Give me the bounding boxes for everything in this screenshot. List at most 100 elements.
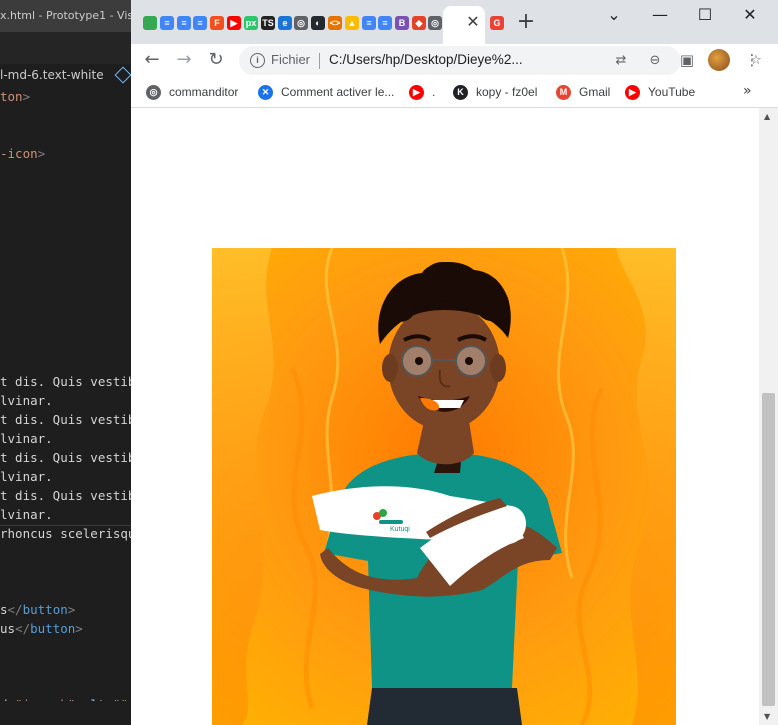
code-line: rhoncus scelerisqu [0, 526, 131, 541]
globe-icon[interactable]: ◎ [428, 16, 442, 30]
code-token: > [37, 146, 46, 161]
kopy-icon: K [453, 84, 468, 100]
code-token: lvinar. [0, 507, 53, 522]
google-docs-icon[interactable]: ≡ [193, 16, 207, 30]
code-token: </ [7, 602, 23, 617]
maximize-button[interactable]: ☐ [692, 5, 718, 27]
info-icon[interactable]: i [250, 53, 265, 68]
sidepanel-icon[interactable]: ▣ [676, 49, 698, 71]
vscode-titlebar: x.html - Prototype1 - Vis [0, 0, 131, 32]
vscode-title: x.html - Prototype1 - Vis [0, 9, 131, 22]
github-icon[interactable]: ◐ [311, 16, 325, 30]
vscode-window: x.html - Prototype1 - Vis l-md-6.text-wh… [0, 0, 131, 725]
zoom-icon[interactable]: ⊖ [646, 52, 664, 70]
youtube-icon[interactable]: ▶ [227, 16, 241, 30]
youtube-icon: ▶ [625, 84, 640, 100]
code-token: > [75, 621, 83, 636]
new-tab-button[interactable]: + [515, 11, 537, 34]
code-line: lvinar. [0, 507, 53, 522]
code-token: rhoncus scelerisqu [0, 526, 131, 541]
scroll-down-icon[interactable]: ▼ [764, 712, 770, 721]
close-window-button[interactable]: ✕ [737, 5, 763, 27]
bookmark-activer[interactable]: ✕ Comment activer le... [258, 83, 394, 101]
translate-icon[interactable]: ⇄ [612, 52, 630, 70]
code-token: -icon [0, 146, 38, 161]
google-icon[interactable]: G [490, 16, 504, 30]
code-token: t dis. Quis vestib [0, 450, 131, 465]
breadcrumb-label: l-md-6.text-white [0, 68, 104, 82]
forward-arrow-icon[interactable]: → [173, 49, 195, 71]
figma-icon[interactable]: F [210, 16, 224, 30]
code-token: us [0, 621, 16, 636]
bookmark-youtube[interactable]: ▶ YouTube [625, 83, 695, 101]
vscode-tab-bar[interactable] [0, 32, 131, 64]
scroll-thumb[interactable] [762, 393, 775, 706]
address-label: Fichier [271, 52, 311, 67]
google-docs-icon[interactable]: ≡ [378, 16, 392, 30]
bookmark-kopy[interactable]: Kkopy - fz0el [453, 83, 537, 101]
code-token: button [22, 602, 68, 617]
commanditor-icon: ◎ [146, 84, 161, 100]
code-line: lvinar. [0, 431, 53, 446]
code-token: lvinar. [0, 431, 53, 446]
browser-window: ≡ ≡ ≡ F ▶ px TS e ◎ ◐ <> ▲ ≡ ≡ B ◆ ◎ G ✕ + ⌄ — ☐ ✕ ← → ↻ … [131, 0, 778, 725]
code-line: t dis. Quis vestib [0, 488, 131, 503]
page-viewport: Kutuqi [131, 108, 759, 725]
code-token: ton [0, 89, 23, 104]
back-arrow-icon[interactable]: ← [141, 49, 163, 71]
drive-icon[interactable]: ▲ [345, 16, 359, 30]
breadcrumb[interactable]: l-md-6.text-white [0, 64, 131, 86]
tab-strip: ≡ ≡ ≡ F ▶ px TS e ◎ ◐ <> ▲ ≡ ≡ B ◆ ◎ G ✕ + ⌄ — ☐ ✕ [131, 0, 778, 44]
bookmark-youtube-dot[interactable]: ▶. [409, 83, 435, 101]
reload-icon[interactable]: ↻ [205, 49, 227, 71]
code-line: t dis. Quis vestib [0, 450, 131, 465]
browser-toolbar: ← → ↻ i Fichier C:/Users/hp/Desktop/Diey… [131, 44, 778, 77]
bookmark-label: Gmail [579, 85, 611, 99]
bookmark-label: commanditor [169, 85, 239, 99]
chevron-right-icon[interactable]: » [743, 83, 752, 99]
google-docs-icon[interactable]: ≡ [177, 16, 191, 30]
code-token: lvinar. [0, 393, 53, 408]
code-token: t dis. Quis vestib [0, 488, 131, 503]
youtube-dot-icon: ▶ [409, 84, 424, 100]
code-token: </ [15, 621, 31, 636]
avatar[interactable] [708, 49, 730, 71]
globe-icon[interactable]: ◎ [294, 16, 308, 30]
code-token: t dis. Quis vestib [0, 412, 131, 427]
activer-icon: ✕ [258, 84, 273, 100]
google-docs-icon[interactable]: ≡ [160, 16, 174, 30]
ts-icon[interactable]: TS [261, 16, 275, 30]
bookmark-gmail[interactable]: M Gmail [556, 83, 610, 101]
code-line: us</button> [0, 621, 83, 636]
close-icon[interactable]: ✕ [465, 14, 481, 30]
code-token: > [67, 602, 76, 617]
gitlab-icon[interactable]: ◆ [412, 16, 426, 30]
symbol-icon [114, 66, 131, 84]
edge-icon[interactable]: e [278, 16, 292, 30]
code-line: s</button> [0, 602, 75, 617]
code-line: lvinar. [0, 393, 53, 408]
scroll-up-icon[interactable]: ▲ [764, 112, 770, 121]
vscode-statusbar [0, 701, 131, 725]
page-scrollbar[interactable]: ▲ ▼ [759, 108, 778, 725]
bookmark-label: YouTube [648, 85, 696, 99]
bootstrap-icon[interactable]: B [395, 16, 409, 30]
code-icon[interactable]: <> [328, 16, 342, 30]
menu-icon[interactable]: ⋮ [741, 49, 763, 71]
bookmark-commanditor[interactable]: ◎ commanditor [146, 83, 238, 101]
line-highlight [0, 525, 131, 526]
google-docs-icon[interactable]: ≡ [362, 16, 376, 30]
code-line: lvinar. [0, 469, 53, 484]
chevron-down-icon[interactable]: ⌄ [601, 5, 627, 27]
url-text[interactable]: C:/Users/hp/Desktop/Dieye%2... [329, 52, 523, 67]
google-ads-icon[interactable] [143, 16, 157, 30]
bookmark-label: . [432, 85, 436, 99]
code-token: t dis. Quis vestib [0, 374, 131, 389]
bookmark-label: Comment activer le... [281, 85, 395, 99]
gmail-icon: M [556, 84, 571, 100]
minimize-button[interactable]: — [647, 5, 673, 27]
code-token: lvinar. [0, 469, 53, 484]
address-bar[interactable]: i Fichier C:/Users/hp/Desktop/Dieye%2...… [239, 46, 762, 75]
pixabay-icon[interactable]: px [244, 16, 258, 30]
bookmarks-bar: ◎ commanditor ✕ Comment activer le... ▶. Kkop… [131, 77, 778, 108]
